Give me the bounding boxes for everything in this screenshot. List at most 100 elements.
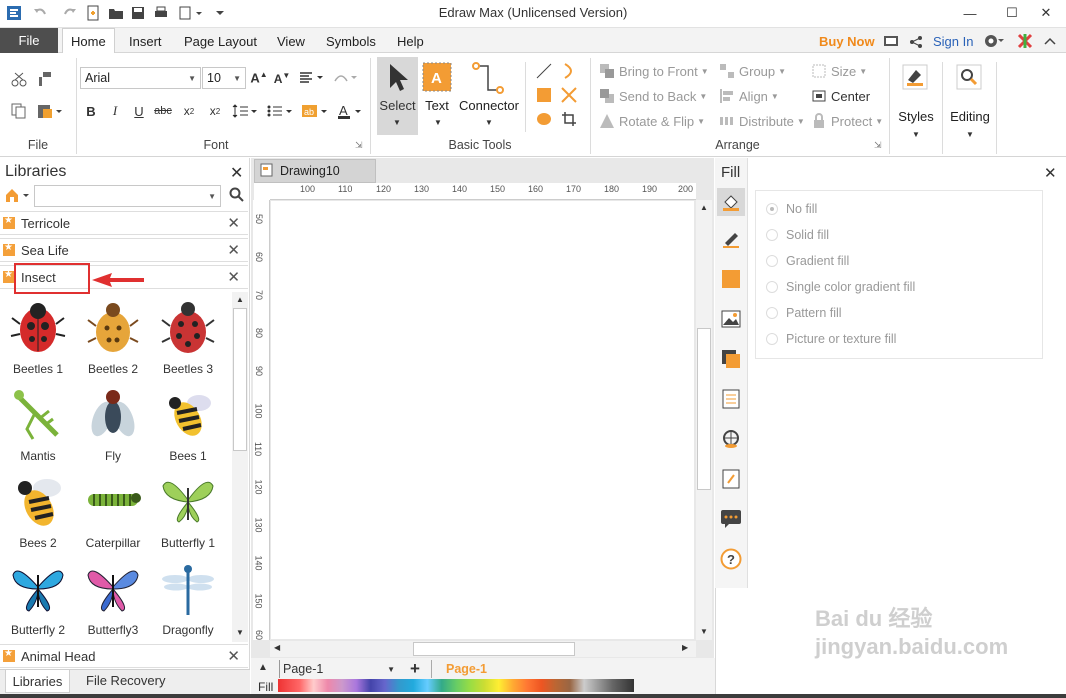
page-tab-page-1[interactable]: Page-1 — [446, 662, 487, 676]
canvas-scroll-right-icon[interactable]: ▶ — [682, 643, 688, 652]
document-tab[interactable]: Drawing10 — [254, 159, 376, 183]
bring-to-front-button[interactable]: Bring to Front ▼ — [598, 62, 709, 80]
editing-label[interactable]: Editing — [946, 109, 994, 124]
font-size-select[interactable]: 10 ▼ — [202, 67, 246, 89]
shadow-icon[interactable] — [720, 268, 742, 290]
grow-font-icon[interactable]: A▲ — [250, 69, 268, 87]
fill-option-single-color-gradient[interactable]: Single color gradient fill — [766, 280, 915, 294]
shrink-font-icon[interactable]: A▼ — [273, 69, 291, 87]
drawing-page[interactable] — [271, 201, 694, 639]
fill-option-solid[interactable]: Solid fill — [766, 228, 829, 242]
shape-bees-2[interactable]: Bees 2 — [1, 470, 75, 557]
tab-libraries[interactable]: Libraries — [5, 670, 70, 693]
fill-bucket-icon[interactable] — [717, 188, 745, 216]
send-to-back-button[interactable]: Send to Back ▼ — [598, 87, 707, 105]
shape-fly[interactable]: Fly — [76, 383, 150, 470]
close-section-icon[interactable]: ✕ — [227, 241, 240, 259]
group-button[interactable]: Group ▼ — [718, 62, 786, 80]
connector-dropdown-icon[interactable]: ▼ — [485, 118, 493, 127]
size-button[interactable]: Size ▼ — [810, 62, 867, 80]
tab-insert[interactable]: Insert — [121, 28, 170, 54]
shape-beetles-2[interactable]: Beetles 2 — [76, 296, 150, 383]
add-page-button[interactable]: + — [410, 659, 420, 679]
format-painter-icon[interactable] — [36, 70, 54, 88]
help-icon[interactable]: ? — [720, 548, 742, 570]
shape-butterfly-2[interactable]: Butterfly 2 — [1, 557, 75, 642]
text-tool-icon[interactable]: A — [422, 62, 452, 95]
canvas-vscroll-thumb[interactable] — [697, 328, 711, 490]
bold-icon[interactable]: B — [82, 102, 100, 120]
buy-now-link[interactable]: Buy Now — [811, 28, 883, 54]
hyperlink-globe-icon[interactable] — [720, 428, 742, 450]
tab-page-layout[interactable]: Page Layout — [176, 28, 265, 54]
color-palette[interactable] — [278, 679, 634, 692]
shape-butterfly-3[interactable]: Butterfly3 — [76, 557, 150, 642]
styles-dropdown-icon[interactable]: ▼ — [912, 130, 920, 139]
distribute-button[interactable]: Distribute ▼ — [718, 112, 805, 130]
fill-option-gradient[interactable]: Gradient fill — [766, 254, 849, 268]
crop-tool-icon[interactable] — [560, 110, 578, 128]
strikethrough-icon[interactable]: abc — [154, 102, 172, 120]
close-fill-panel-button[interactable]: ✕ — [1044, 164, 1057, 182]
tab-file-recovery[interactable]: File Recovery — [86, 673, 165, 688]
paste-icon[interactable] — [36, 102, 64, 120]
styles-icon[interactable] — [902, 64, 928, 93]
rectangle-tool-icon[interactable] — [535, 86, 553, 104]
connector-tool-label[interactable]: Connector — [456, 98, 522, 113]
shape-butterfly-1[interactable]: Butterfly 1 — [151, 470, 225, 557]
editing-dropdown-icon[interactable]: ▼ — [966, 130, 974, 139]
tab-view[interactable]: View — [269, 28, 313, 54]
minimize-button[interactable]: — — [950, 0, 990, 26]
select-dropdown-icon[interactable]: ▼ — [393, 118, 401, 127]
close-window-button[interactable]: ✕ — [1026, 0, 1066, 26]
canvas-scroll-up-icon[interactable]: ▲ — [700, 203, 708, 212]
close-libraries-button[interactable]: ✕ — [230, 163, 243, 183]
library-section-terricole[interactable]: Terricole ✕ — [0, 211, 248, 235]
library-search-input[interactable]: ▼ — [34, 185, 221, 207]
protect-button[interactable]: Protect ▼ — [810, 112, 883, 130]
copy-icon[interactable] — [10, 102, 28, 120]
center-button[interactable]: Center — [810, 87, 870, 105]
text-direction-icon[interactable] — [332, 69, 362, 87]
text-dropdown-icon[interactable]: ▼ — [434, 118, 442, 127]
close-section-icon[interactable]: ✕ — [227, 214, 240, 232]
text-tool-label[interactable]: Text — [420, 98, 454, 113]
attachment-icon[interactable] — [720, 468, 742, 490]
scroll-down-icon[interactable]: ▼ — [236, 628, 244, 637]
superscript-icon[interactable]: x2 — [206, 102, 224, 120]
theme-icon[interactable] — [1015, 31, 1035, 51]
shape-caterpillar[interactable]: Caterpillar — [76, 470, 150, 557]
text-align-icon[interactable] — [298, 69, 328, 87]
line-spacing-icon[interactable] — [231, 102, 259, 120]
highlight-icon[interactable]: ab — [301, 102, 329, 120]
close-section-icon[interactable]: ✕ — [227, 647, 240, 665]
home-library-icon[interactable] — [4, 186, 32, 207]
connector-tool-icon[interactable] — [470, 60, 506, 99]
sign-in-link[interactable]: Sign In — [925, 28, 981, 54]
underline-icon[interactable]: U — [130, 102, 148, 120]
fill-option-pattern[interactable]: Pattern fill — [766, 306, 842, 320]
font-name-select[interactable]: Arial ▼ — [80, 67, 201, 89]
shape-dragonfly[interactable]: Dragonfly — [151, 557, 225, 642]
page-properties-icon[interactable] — [720, 388, 742, 410]
close-section-icon[interactable]: ✕ — [227, 268, 240, 286]
line-style-icon[interactable] — [720, 228, 742, 250]
image-icon[interactable] — [720, 308, 742, 330]
italic-icon[interactable]: I — [106, 102, 124, 120]
share-icon[interactable] — [906, 32, 926, 52]
canvas-hscroll-thumb[interactable] — [413, 642, 575, 656]
scroll-up-icon[interactable]: ▲ — [236, 295, 244, 304]
file-menu-tab[interactable]: File — [0, 28, 58, 53]
cut-icon[interactable] — [10, 70, 28, 88]
search-icon[interactable] — [229, 187, 245, 206]
shape-bees-1[interactable]: Bees 1 — [151, 383, 225, 470]
line-tool-icon[interactable] — [535, 62, 553, 80]
shape-beetles-3[interactable]: Beetles 3 — [151, 296, 225, 383]
arc-tool-icon[interactable] — [560, 62, 578, 80]
canvas-scroll-down-icon[interactable]: ▼ — [700, 627, 708, 636]
share-screen-icon[interactable] — [881, 32, 901, 52]
settings-gear-icon[interactable] — [982, 31, 1006, 51]
font-color-icon[interactable]: A — [337, 102, 365, 120]
collapse-ribbon-icon[interactable] — [1040, 31, 1060, 51]
align-button[interactable]: Align ▼ — [718, 87, 779, 105]
